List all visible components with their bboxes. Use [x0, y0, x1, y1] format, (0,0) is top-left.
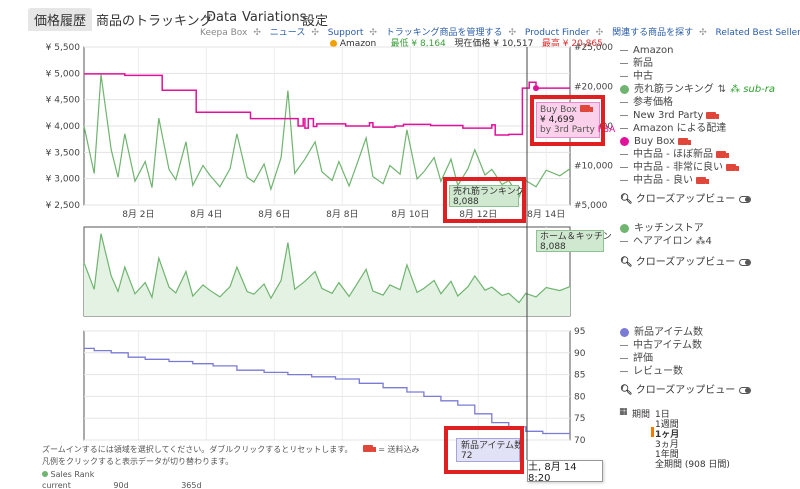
y-left-tick-label: ¥ 3,500	[46, 148, 81, 158]
x-tick-label: 8月 8日	[326, 209, 358, 220]
category-area-fill	[84, 233, 570, 316]
legend-item-hair-iron[interactable]: ヘアアイロン ⁂ 4	[620, 235, 751, 248]
x-tick-label: 8月 6日	[258, 209, 290, 220]
legend-price: Amazon 新品 中古 売れ筋ランキング ⇅ ⁂ sub-ra 参考価格 New …	[620, 44, 775, 206]
y-right-tick-label: #10,000	[574, 162, 613, 172]
range-label: 期間	[632, 410, 651, 420]
y-right-tick-label: #25,000	[574, 43, 613, 53]
y-right-tick-label: #20,000	[574, 83, 613, 93]
y-left-tick-label: ¥ 4,000	[46, 122, 81, 132]
calendar-icon: ▦	[619, 407, 628, 417]
closeup-toggle-1[interactable]: 🔍︎ クローズアップビュー	[620, 193, 775, 206]
truck-icon	[695, 177, 709, 184]
legend-item-used-like-new[interactable]: 中古品 - ほぼ新品	[620, 148, 775, 161]
legend-item-new-count[interactable]: 新品アイテム数	[620, 326, 751, 339]
y-left-tick-label: ¥ 3,000	[46, 175, 81, 185]
legend-item-amazon[interactable]: Amazon	[620, 44, 775, 57]
new-count-series-line	[84, 347, 570, 435]
y-right-tick-label: 80	[574, 392, 586, 402]
range-selected-marker	[651, 427, 654, 437]
y-left-tick-label: ¥ 5,500	[46, 43, 81, 53]
y-right-tick-label: 75	[574, 414, 585, 424]
category-tooltip: ホーム＆キッチン 8,088	[536, 230, 612, 252]
truck-icon	[677, 138, 691, 145]
legend-item-used[interactable]: 中古	[620, 70, 775, 83]
price-chart[interactable]: ¥ 5,500 ¥ 5,000 ¥ 4,500 ¥ 4,000 ¥ 3,500 ¥ 3,0…	[46, 43, 614, 220]
legend-item-buybox[interactable]: Buy Box	[620, 135, 775, 148]
category-dot-icon	[620, 224, 629, 233]
legend-item-fba[interactable]: Amazon による配達	[620, 122, 775, 135]
truck-icon	[725, 164, 739, 171]
toggle-icon[interactable]	[739, 196, 752, 203]
y-right-tick-label: 85	[574, 371, 585, 381]
sort-icon[interactable]: ⇅	[718, 83, 726, 96]
y-left-tick-label: ¥ 2,500	[46, 201, 81, 211]
highlight-box-buybox	[530, 95, 605, 146]
sub-ra-link[interactable]: ⁂ sub-ra	[730, 83, 775, 96]
truck-icon	[715, 151, 729, 158]
zoom-hint: ズームインするには領域を選択してください。ダブルクリックするとリセットします。 …	[42, 445, 420, 454]
category-rank-chart[interactable]	[83, 226, 571, 317]
legend-category: キッチンストア ヘアアイロン ⁂ 4 🔍︎ クローズアップビュー	[620, 222, 752, 269]
legend-item-new[interactable]: 新品	[620, 57, 775, 70]
legend-item-review-count[interactable]: レビュー数	[620, 365, 751, 378]
y-left-tick-label: ¥ 5,000	[46, 69, 81, 79]
legend-item-used-very-good[interactable]: 中古品 - 非常に良い	[620, 161, 775, 174]
y-right-tick-label: 95	[574, 327, 585, 337]
highlight-box-new-count	[444, 426, 524, 474]
hierarchy-icon: ⁂	[695, 236, 706, 247]
sales-rank-dot-icon	[620, 85, 629, 94]
buybox-dot-icon	[620, 137, 629, 146]
truck-icon	[706, 112, 720, 119]
range-option-all[interactable]: 全期間 (908 日間)	[655, 457, 735, 470]
toggle-icon[interactable]	[739, 387, 752, 394]
closeup-toggle-2[interactable]: 🔍︎ クローズアップビュー	[620, 256, 752, 269]
x-tick-label: 8月 2日	[122, 209, 154, 220]
legend-offers: 新品アイテム数 中古アイテム数 評価 レビュー数 🔍︎ クローズアップビュー	[620, 326, 752, 397]
buybox-point	[533, 85, 540, 92]
y-right-tick-label: 90	[574, 349, 586, 359]
y-right-tick-label: 70	[574, 436, 586, 446]
toggle-icon[interactable]	[739, 259, 752, 266]
legend-item-sales-rank[interactable]: 売れ筋ランキング ⇅ ⁂ sub-ra	[620, 83, 775, 96]
x-tick-label: 8月 14日	[527, 209, 565, 220]
legend-item-new-3rd[interactable]: New 3rd Party	[620, 109, 775, 122]
new-count-dot-icon	[620, 328, 629, 337]
x-tick-label: 8月 4日	[190, 209, 222, 220]
highlight-box-rank	[443, 177, 526, 223]
closeup-toggle-3[interactable]: 🔍︎ クローズアップビュー	[620, 384, 752, 397]
legend-item-list-price[interactable]: 参考価格	[620, 96, 775, 109]
offer-chart-frame	[83, 330, 571, 441]
y-left-tick-label: ¥ 4,500	[46, 96, 81, 106]
truck-icon	[363, 445, 377, 452]
magnifier-icon: 🔍︎	[620, 385, 633, 396]
x-tick-label: 8月 10日	[391, 209, 429, 220]
legend-item-rating[interactable]: 評価	[620, 352, 751, 365]
sales-rank-stats-header: current 90d 365d	[42, 481, 202, 489]
legend-item-used-count[interactable]: 中古アイテム数	[620, 339, 751, 352]
hierarchy-icon: ⁂	[730, 84, 741, 95]
legend-item-kitchen-store[interactable]: キッチンストア	[620, 222, 751, 235]
y-right-tick-label: #5,000	[574, 201, 608, 211]
date-tooltip: 土, 8月 14 8:20	[527, 460, 603, 484]
sales-rank-stats-label: Sales Rank	[42, 470, 94, 479]
sales-rank-dot-icon	[42, 471, 48, 477]
legend-item-used-good[interactable]: 中古品 - 良い	[620, 174, 775, 187]
magnifier-icon: 🔍︎	[620, 194, 633, 205]
legend-hint: 凡例をクリックすると表示データが切り替わります。	[42, 457, 234, 466]
magnifier-icon: 🔍︎	[620, 257, 633, 268]
